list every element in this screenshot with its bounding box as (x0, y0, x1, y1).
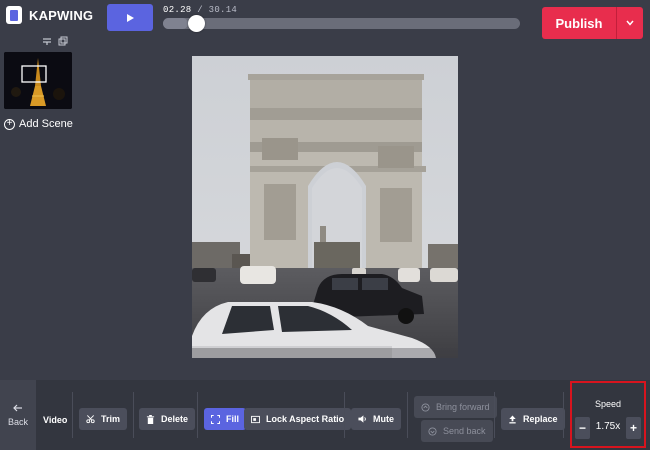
layers-down-icon (428, 426, 437, 436)
expand-icon (211, 414, 220, 424)
time-display: 02.28 / 30.14 (163, 5, 237, 15)
bring-forward-label: Bring forward (436, 402, 490, 412)
arrow-left-icon (13, 404, 22, 411)
play-button[interactable] (107, 4, 153, 31)
trim-label: Trim (101, 414, 121, 424)
divider (72, 392, 73, 438)
play-icon (126, 13, 134, 22)
video-canvas[interactable] (192, 56, 458, 358)
bring-forward-button[interactable]: Bring forward (414, 396, 497, 418)
publish-options-button[interactable] (616, 7, 643, 39)
lock-aspect-ratio-label: Lock Aspect Ratio (266, 414, 345, 424)
total-time: 30.14 (208, 5, 238, 15)
delete-button[interactable]: Delete (139, 408, 196, 430)
scissors-icon (86, 415, 95, 424)
bottom-toolbar: Back Video Trim Delete Fill Lock Aspect … (0, 380, 650, 450)
current-time: 02.28 (163, 5, 192, 15)
speed-increase-button[interactable]: + (626, 417, 641, 439)
aspect-ratio-icon (251, 415, 260, 424)
add-scene-label: Add Scene (19, 118, 73, 130)
divider (197, 392, 198, 438)
scene-tools (42, 36, 68, 46)
upload-icon (508, 414, 517, 424)
time-separator: / (197, 5, 203, 15)
mute-button[interactable]: Mute (351, 408, 401, 430)
replace-button[interactable]: Replace (501, 408, 565, 430)
speed-value: 1.75x (595, 421, 621, 432)
fill-label: Fill (226, 414, 239, 424)
trim-button[interactable]: Trim (79, 408, 128, 430)
publish-button[interactable]: Publish (542, 7, 616, 39)
timeline-scrubber[interactable] (163, 15, 520, 32)
delete-label: Delete (161, 414, 189, 424)
add-scene-button[interactable]: + Add Scene (4, 118, 73, 130)
layers-up-icon (421, 402, 430, 412)
send-back-button[interactable]: Send back (421, 420, 493, 442)
kapwing-logo[interactable]: KAPWING (6, 4, 93, 26)
speed-decrease-button[interactable]: − (575, 417, 590, 439)
divider (133, 392, 134, 438)
app-name: KAPWING (29, 7, 94, 23)
send-back-label: Send back (443, 426, 486, 436)
scene-thumbnail-image (4, 52, 72, 109)
divider (563, 392, 564, 438)
divider (344, 392, 345, 438)
chevron-down-icon (626, 20, 634, 26)
back-label: Back (7, 416, 28, 427)
scene-thumbnail[interactable] (4, 52, 72, 109)
speaker-icon (358, 415, 367, 424)
timeline-progress (163, 18, 188, 29)
divider (494, 392, 495, 438)
speed-label: Speed (594, 399, 622, 409)
back-button[interactable]: Back (0, 380, 36, 450)
replace-label: Replace (523, 414, 558, 424)
timeline-handle[interactable] (187, 15, 205, 32)
divider (407, 392, 408, 438)
duplicate-icon[interactable] (58, 36, 68, 46)
speed-control: Speed − 1.75x + (570, 381, 646, 448)
video-frame-image (192, 56, 458, 358)
add-icon: + (4, 118, 15, 130)
trash-icon (146, 414, 155, 424)
lock-aspect-ratio-button[interactable]: Lock Aspect Ratio (244, 408, 352, 430)
fill-button[interactable]: Fill (204, 408, 246, 430)
reorder-icon[interactable] (42, 36, 52, 46)
kapwing-logo-icon (6, 6, 22, 24)
publish-group: Publish (542, 7, 643, 39)
section-label: Video (43, 415, 68, 425)
mute-label: Mute (373, 414, 394, 424)
